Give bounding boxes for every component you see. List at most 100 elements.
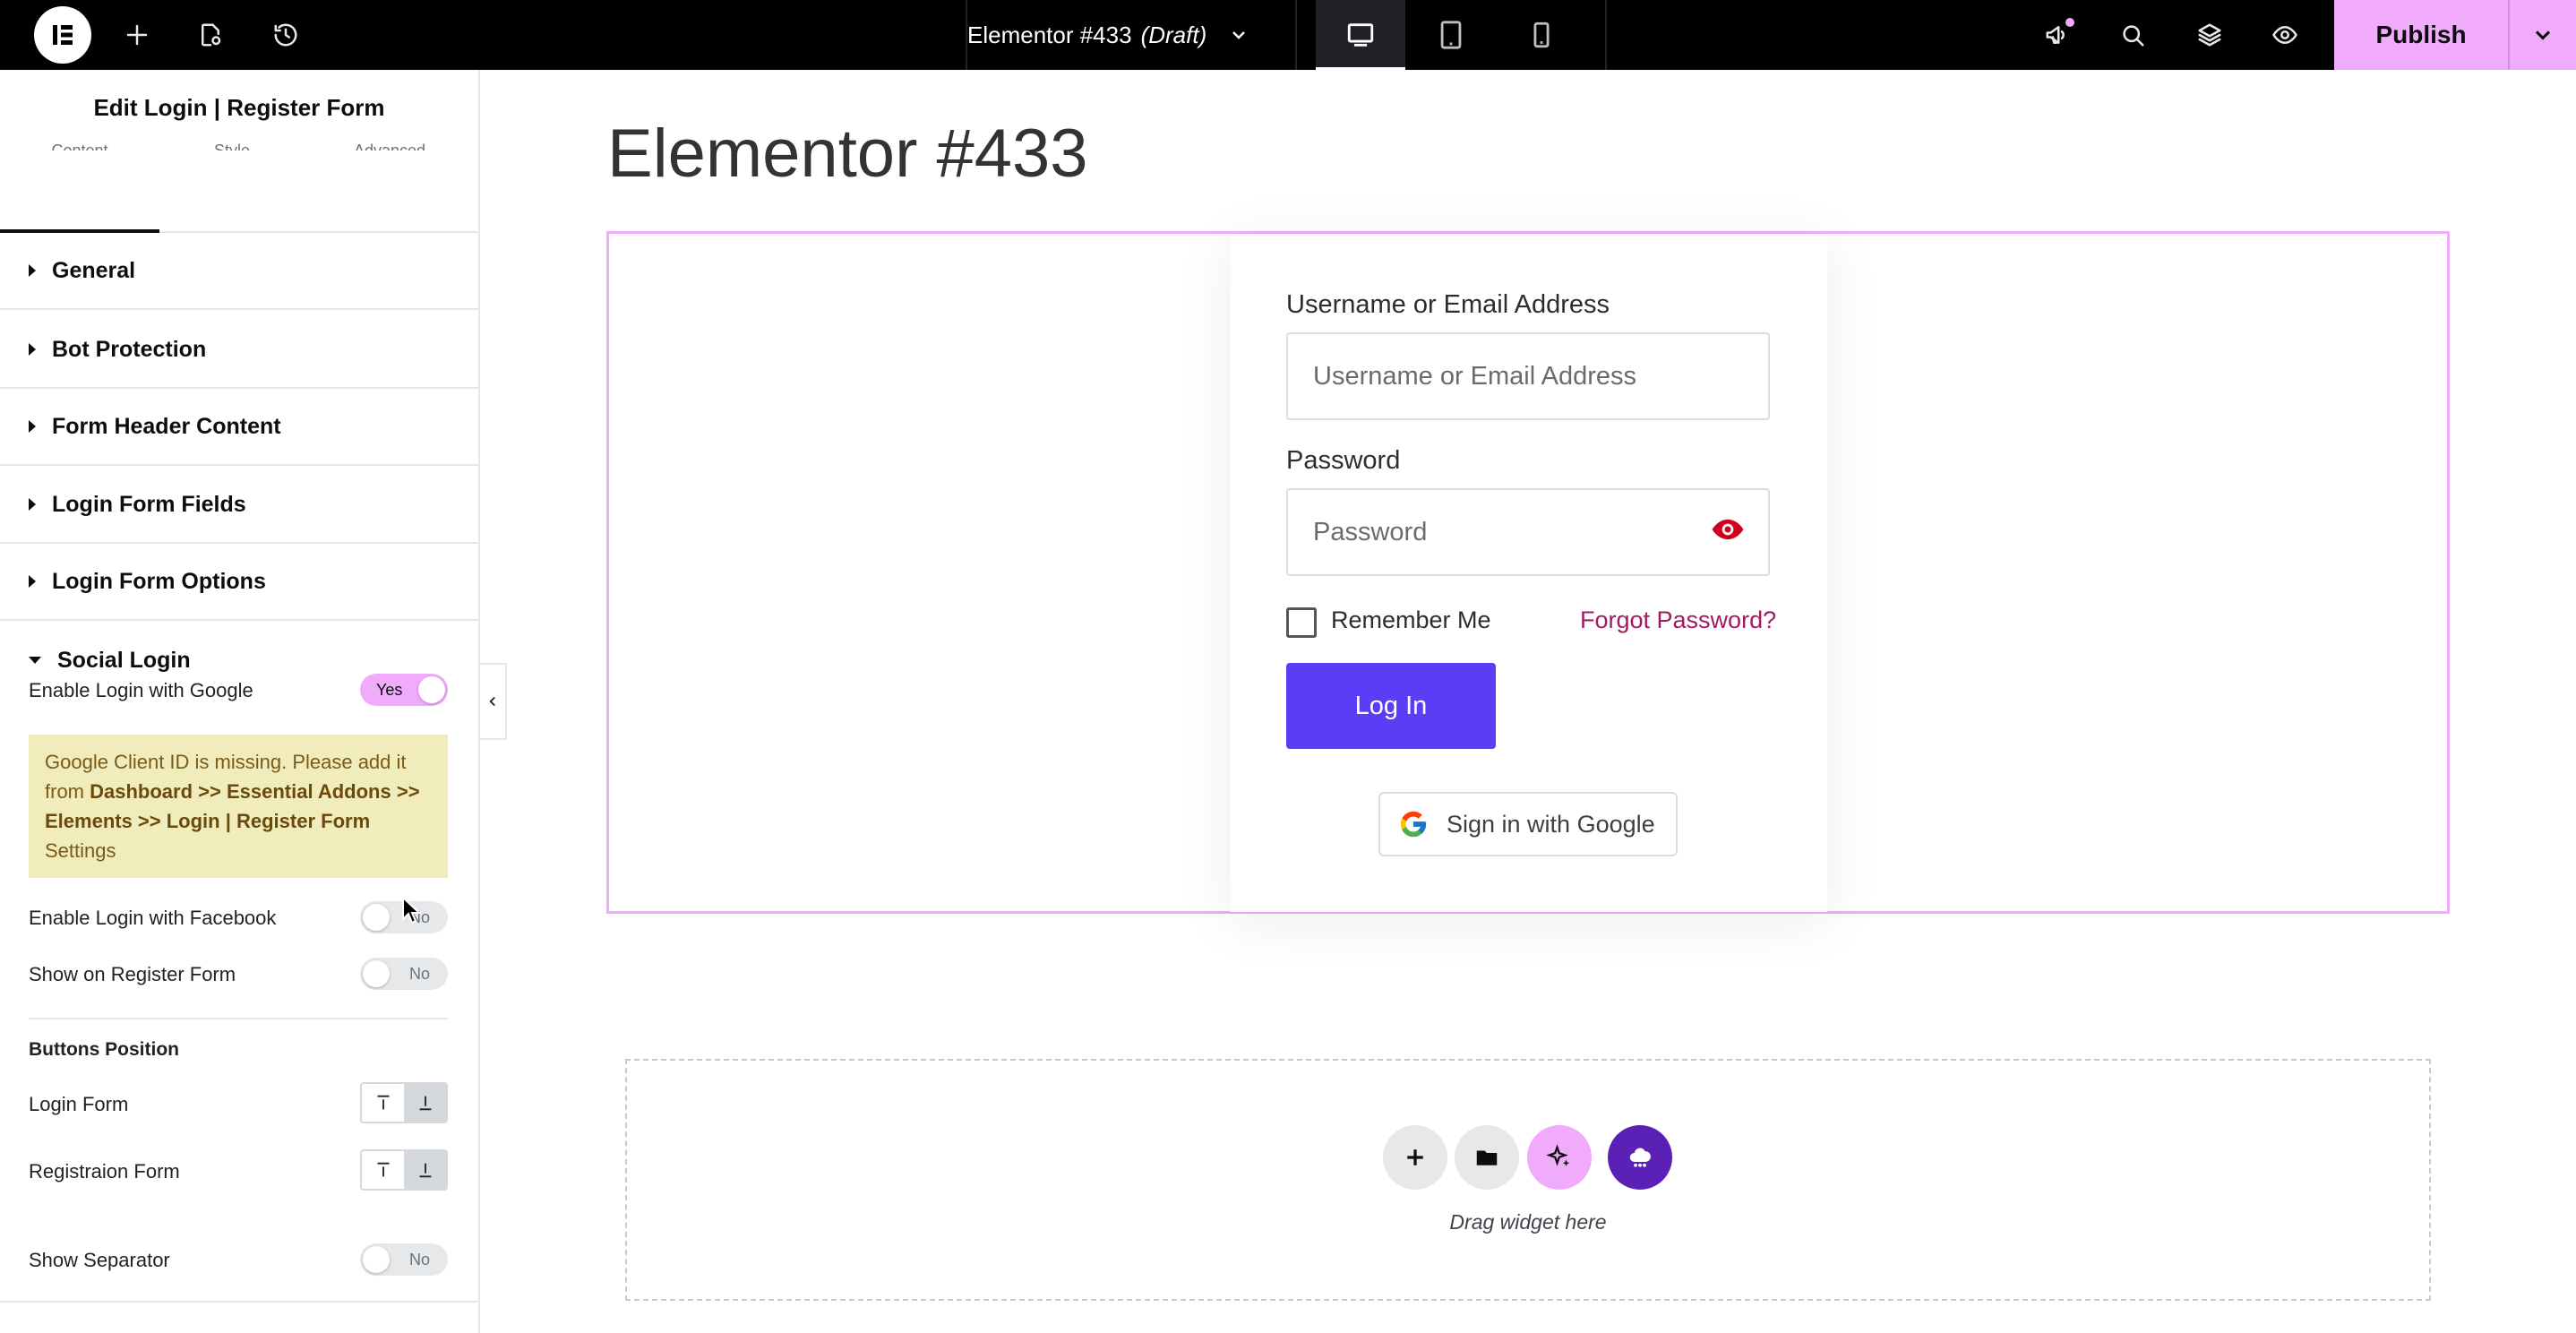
chevron-left-icon [489, 696, 495, 707]
password-input[interactable]: Password [1286, 488, 1770, 576]
google-login-label: Enable Login with Google [29, 679, 253, 701]
missing-client-id-notice: Google Client ID is missing. Please add … [29, 735, 448, 878]
caret-right-icon [29, 420, 36, 433]
preview-eye-icon[interactable] [2261, 11, 2309, 59]
section-label: Login Form Options [52, 568, 266, 594]
section-login-form-options[interactable]: Login Form Options [0, 544, 478, 621]
login-form-position-choice [360, 1082, 448, 1123]
registration-form-position-label: Registraion Form [29, 1160, 180, 1182]
align-bottom-icon[interactable] [404, 1151, 446, 1189]
search-icon[interactable] [2108, 11, 2157, 59]
google-sign-in-button[interactable]: Sign in with Google [1378, 792, 1678, 856]
show-password-eye-icon[interactable] [1711, 516, 1745, 543]
notification-dot [2065, 18, 2074, 27]
add-template-button[interactable] [1455, 1125, 1519, 1190]
add-section-button[interactable] [1383, 1125, 1447, 1190]
align-top-icon[interactable] [362, 1151, 404, 1189]
mouse-cursor-icon [402, 896, 421, 924]
panel-tabs: Content Style Advanced [0, 133, 478, 240]
caret-right-icon [29, 575, 36, 588]
google-button-label: Sign in with Google [1447, 810, 1655, 838]
buttons-position-heading: Buttons Position [29, 1039, 179, 1060]
align-bottom-icon[interactable] [404, 1084, 446, 1122]
notice-text-end: Settings [45, 839, 116, 862]
toggle-text: No [408, 965, 430, 983]
password-label: Password [1286, 446, 1401, 475]
publish-button[interactable]: Publish [2334, 0, 2508, 70]
log-in-button[interactable]: Log In [1286, 663, 1496, 749]
username-placeholder: Username or Email Address [1313, 361, 1637, 391]
panel-divider [29, 1018, 448, 1019]
login-form-position-label: Login Form [29, 1093, 129, 1115]
facebook-login-label: Enable Login with Facebook [29, 907, 277, 929]
username-input[interactable]: Username or Email Address [1286, 332, 1770, 420]
folder-icon [1476, 1150, 1498, 1165]
section-label: Bot Protection [52, 336, 207, 362]
toggle-text: Yes [376, 681, 403, 699]
align-top-icon[interactable] [362, 1084, 404, 1122]
plus-icon [1407, 1149, 1423, 1165]
mobile-icon[interactable] [1497, 0, 1586, 70]
toggle-knob [363, 1246, 390, 1273]
remember-me-checkbox[interactable] [1286, 607, 1317, 638]
empty-drop-zone[interactable] [625, 1059, 2431, 1301]
section-login-form-fields[interactable]: Login Form Fields [0, 467, 478, 544]
caret-right-icon [29, 264, 36, 277]
caret-right-icon [29, 343, 36, 356]
tab-advanced[interactable]: Advanced [310, 133, 469, 150]
history-icon[interactable] [262, 11, 310, 59]
show-on-register-label: Show on Register Form [29, 963, 236, 985]
section-label: Social Login [57, 647, 191, 673]
show-on-register-toggle[interactable]: No [360, 958, 448, 990]
document-title[interactable]: Elementor #433 (Draft) [967, 0, 1299, 70]
show-separator-toggle[interactable]: No [360, 1243, 448, 1276]
tab-content[interactable]: Content [0, 133, 159, 150]
whats-new-icon[interactable] [2033, 11, 2082, 59]
topbar-divider [1605, 0, 1607, 70]
toggle-knob [363, 960, 390, 987]
toggle-knob [418, 676, 445, 703]
tablet-icon[interactable] [1406, 0, 1496, 70]
chevron-down-icon [1232, 31, 1246, 39]
cloud-templates-icon [1629, 1148, 1651, 1167]
collapse-panel-button[interactable] [480, 663, 507, 740]
document-status: (Draft) [1140, 21, 1207, 48]
structure-layers-icon[interactable] [2185, 11, 2234, 59]
registration-form-position-choice [360, 1149, 448, 1191]
page-title: Elementor #433 [607, 116, 1088, 192]
document-title-text: Elementor #433 [967, 21, 1132, 48]
desktop-icon[interactable] [1316, 0, 1405, 70]
show-separator-label: Show Separator [29, 1249, 170, 1271]
section-general[interactable]: General [0, 233, 478, 310]
caret-right-icon [29, 498, 36, 511]
ai-generate-button[interactable] [1527, 1125, 1592, 1190]
google-g-icon [1400, 811, 1427, 838]
section-label: General [52, 257, 136, 283]
tab-style[interactable]: Style [152, 133, 312, 150]
page-settings-icon[interactable] [186, 11, 235, 59]
editor-panel: Edit Login | Register Form Content Style… [0, 70, 480, 1333]
google-login-toggle[interactable]: Yes [360, 674, 448, 706]
username-label: Username or Email Address [1286, 290, 1610, 319]
caret-down-icon [29, 657, 41, 664]
section-bot-protection[interactable]: Bot Protection [0, 312, 478, 389]
top-bar: Elementor #433 (Draft) Publish [0, 0, 2576, 70]
topbar-divider [1295, 0, 1297, 70]
ai-sparkle-icon [1546, 1144, 1570, 1166]
section-label: Login Form Fields [52, 491, 246, 517]
toggle-knob [363, 904, 390, 931]
notice-path: Dashboard >> Essential Addons >> Element… [45, 780, 420, 832]
panel-divider [0, 1301, 478, 1303]
drag-widget-hint: Drag widget here [1449, 1210, 1607, 1234]
publish-options-button[interactable] [2508, 0, 2576, 70]
forgot-password-link[interactable]: Forgot Password? [1580, 606, 1776, 634]
section-label: Form Header Content [52, 413, 281, 439]
chevron-down-icon [2535, 30, 2551, 40]
add-element-icon[interactable] [113, 11, 161, 59]
essential-addons-templates-button[interactable] [1608, 1125, 1672, 1190]
remember-me-label: Remember Me [1331, 606, 1491, 633]
section-form-header-content[interactable]: Form Header Content [0, 389, 478, 466]
password-placeholder: Password [1313, 517, 1428, 546]
elementor-logo-icon[interactable] [34, 6, 91, 64]
toggle-text: No [408, 1251, 430, 1268]
